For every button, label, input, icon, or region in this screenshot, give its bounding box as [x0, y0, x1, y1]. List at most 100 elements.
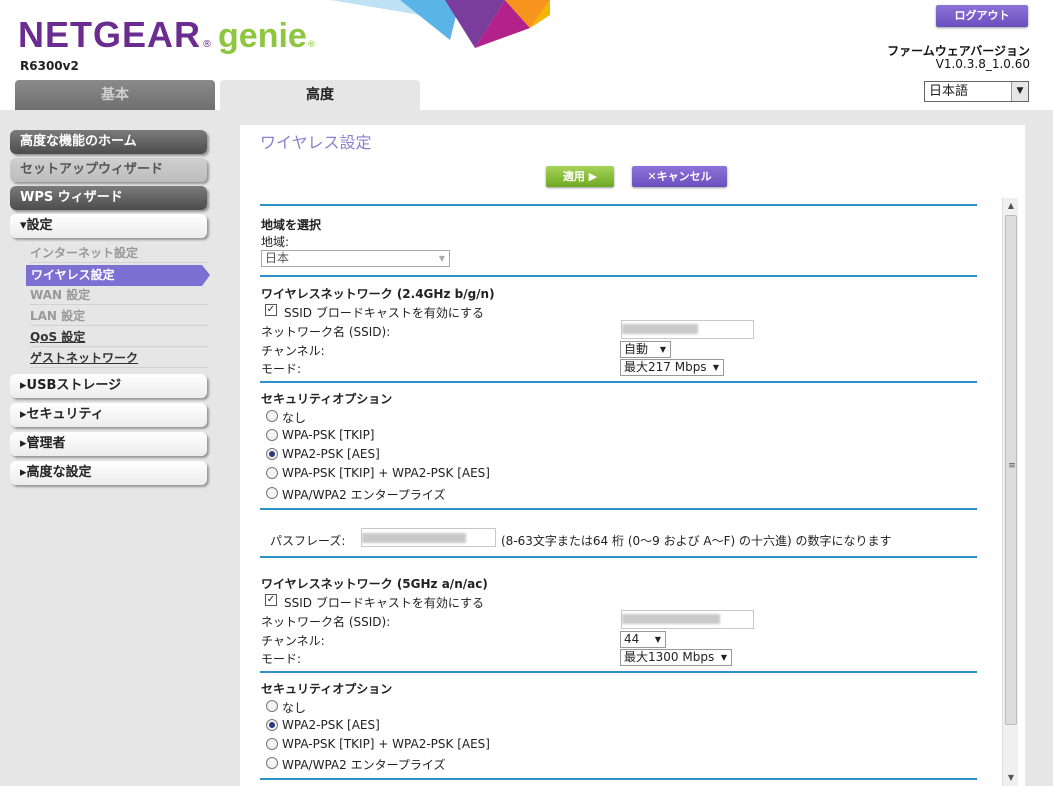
mode-24-select[interactable]: 最大217 Mbps ▼	[620, 359, 724, 376]
sidebar-item-advanced-settings[interactable]: ▸高度な設定	[10, 461, 207, 485]
section-divider	[260, 204, 977, 206]
chevron-down-icon: ▼	[654, 635, 661, 644]
security24-radio-wpa-tkip[interactable]	[266, 429, 278, 441]
sidebar-item-lan[interactable]: LAN 設定	[30, 306, 208, 326]
security5-option-wpa2-aes: WPA2-PSK [AES]	[282, 718, 380, 732]
mode-24-value: 最大217 Mbps	[624, 360, 707, 374]
sidebar-item-setup-wizard[interactable]: セットアップウィザード	[10, 158, 207, 182]
decorative-triangles	[330, 0, 550, 48]
region-label: 地域:	[261, 235, 290, 249]
cancel-button[interactable]: ✕キャンセル	[632, 166, 727, 187]
firmware-version: V1.0.3.8_1.0.60	[935, 57, 1030, 71]
security24-option-none: なし	[282, 411, 307, 425]
sidebar-item-wps-wizard[interactable]: WPS ウィザード	[10, 186, 207, 210]
page-title: ワイヤレス設定	[260, 133, 372, 152]
passphrase-input[interactable]	[361, 528, 496, 547]
section-divider	[260, 275, 977, 277]
sidebar-item-wan[interactable]: WAN 設定	[30, 285, 208, 305]
section-divider	[260, 556, 977, 558]
settings-form: 地域を選択 地域: 日本 ▼ ワイヤレスネットワーク (2.4GHz b/g/n…	[260, 200, 1005, 786]
wifi5-heading: ワイヤレスネットワーク (5GHz a/n/ac)	[261, 577, 488, 591]
language-select[interactable]: 日本語 ▼	[924, 81, 1029, 102]
router-model: R6300v2	[20, 59, 79, 73]
registered-mark: ®	[202, 39, 213, 50]
scroll-up-icon[interactable]: ▲	[1003, 198, 1019, 214]
security24-option-enterprise: WPA/WPA2 エンタープライズ	[282, 488, 446, 502]
channel-5-label: チャンネル:	[261, 634, 325, 648]
logout-button[interactable]: ログアウト	[936, 5, 1028, 27]
security5-option-none: なし	[282, 701, 307, 715]
security5-radio-enterprise[interactable]	[266, 757, 278, 769]
ssid-broadcast-24-checkbox[interactable]: ✓	[265, 304, 277, 316]
security5-radio-none[interactable]	[266, 700, 278, 712]
section-divider	[260, 381, 977, 383]
registered-mark-genie: ®	[306, 40, 316, 50]
chevron-down-icon: ▼	[438, 254, 445, 263]
ssid-24-label: ネットワーク名 (SSID):	[261, 325, 391, 339]
channel-24-select[interactable]: 自動 ▼	[620, 341, 671, 358]
ssid-5-input[interactable]	[621, 610, 754, 629]
chevron-down-icon: ▼	[712, 363, 719, 372]
mode-5-label: モード:	[261, 652, 302, 666]
security5-radio-wpa2-aes[interactable]	[266, 719, 278, 731]
grip-icon: ≡	[1008, 461, 1016, 471]
ssid-broadcast-24-label: SSID ブロードキャストを有効にする	[284, 306, 484, 320]
chevron-down-icon: ▼	[659, 345, 666, 354]
sidebar-item-usb-storage[interactable]: ▸USBストレージ	[10, 374, 207, 398]
sidebar-item-guest-network[interactable]: ゲストネットワーク	[30, 348, 208, 368]
security24-radio-mixed[interactable]	[266, 467, 278, 479]
redacted-ssid	[622, 614, 720, 624]
redacted-ssid	[622, 324, 698, 334]
region-select[interactable]: 日本 ▼	[261, 250, 450, 267]
sidebar-item-internet[interactable]: インターネット設定	[30, 243, 208, 263]
mode-5-select[interactable]: 最大1300 Mbps ▼	[620, 649, 732, 666]
language-value: 日本語	[929, 84, 969, 99]
scroll-down-icon[interactable]: ▼	[1003, 770, 1019, 786]
tab-advanced[interactable]: 高度	[220, 80, 420, 110]
channel-24-label: チャンネル:	[261, 344, 325, 358]
sidebar-item-wireless[interactable]: ワイヤレス設定	[26, 265, 202, 286]
apply-button[interactable]: 適用 ▶	[546, 166, 614, 187]
section-divider	[260, 508, 977, 510]
passphrase-hint: (8-63文字または64 桁 (0～9 および A～F) の十六進) の数字にな…	[501, 534, 892, 548]
sidebar-item-admin[interactable]: ▸管理者	[10, 432, 207, 456]
region-value: 日本	[265, 251, 290, 265]
chevron-down-icon: ▼	[720, 653, 727, 662]
sidebar-item-qos[interactable]: QoS 設定	[30, 327, 208, 347]
security5-option-mixed: WPA-PSK [TKIP] + WPA2-PSK [AES]	[282, 737, 490, 751]
passphrase-label: パスフレーズ:	[270, 534, 346, 548]
scrollbar[interactable]: ▲ ≡ ▼	[1002, 198, 1018, 786]
mode-5-value: 最大1300 Mbps	[624, 650, 715, 664]
channel-24-value: 自動	[624, 342, 649, 356]
product-name: genie	[218, 17, 307, 55]
security24-heading: セキュリティオプション	[261, 392, 393, 406]
wifi24-heading: ワイヤレスネットワーク (2.4GHz b/g/n)	[261, 287, 495, 301]
security24-radio-enterprise[interactable]	[266, 487, 278, 499]
chevron-down-icon[interactable]: ▼	[1011, 82, 1028, 101]
security5-heading: セキュリティオプション	[261, 682, 393, 696]
brand-name: NETGEAR	[18, 14, 202, 55]
security24-option-wpa2-aes: WPA2-PSK [AES]	[282, 447, 380, 461]
security24-option-mixed: WPA-PSK [TKIP] + WPA2-PSK [AES]	[282, 466, 490, 480]
ssid-broadcast-5-label: SSID ブロードキャストを有効にする	[284, 596, 484, 610]
security5-radio-mixed[interactable]	[266, 738, 278, 750]
security24-radio-wpa2-aes[interactable]	[266, 448, 278, 460]
sidebar-item-security[interactable]: ▸セキュリティ	[10, 403, 207, 427]
sidebar-item-settings[interactable]: ▾設定	[10, 214, 207, 238]
tab-basic[interactable]: 基本	[15, 80, 215, 110]
security24-option-wpa-tkip: WPA-PSK [TKIP]	[282, 428, 375, 442]
channel-5-value: 44	[624, 632, 640, 646]
security24-radio-none[interactable]	[266, 410, 278, 422]
region-heading: 地域を選択	[261, 218, 322, 232]
section-divider	[260, 778, 977, 780]
redacted-passphrase	[362, 533, 466, 543]
sidebar-item-advanced-home[interactable]: 高度な機能のホーム	[10, 130, 207, 154]
ssid-5-label: ネットワーク名 (SSID):	[261, 615, 391, 629]
ssid-24-input[interactable]	[621, 320, 754, 339]
scroll-thumb[interactable]: ≡	[1005, 215, 1017, 725]
ssid-broadcast-5-checkbox[interactable]: ✓	[265, 594, 277, 606]
netgear-genie-logo: NETGEAR ® genie ®	[18, 14, 316, 55]
channel-5-select[interactable]: 44 ▼	[620, 631, 666, 648]
active-indicator	[202, 265, 210, 286]
section-divider	[260, 671, 977, 673]
